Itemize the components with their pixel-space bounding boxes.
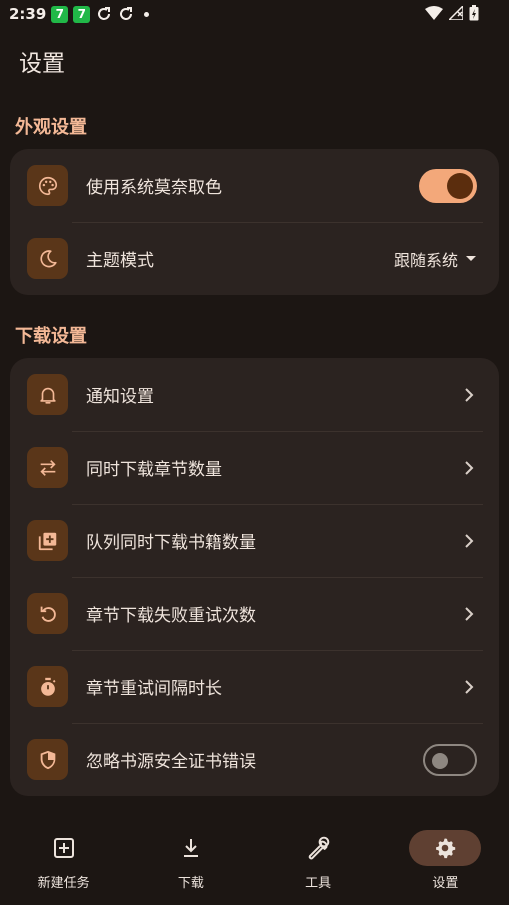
chevron-right-icon — [457, 675, 481, 699]
status-time: 2:39 — [9, 5, 47, 23]
setting-retry-count[interactable]: 章节下载失败重试次数 — [10, 577, 499, 650]
wifi-icon — [425, 6, 443, 24]
setting-queue-books[interactable]: 队列同时下载书籍数量 — [10, 504, 499, 577]
dropdown-value: 跟随系统 — [393, 250, 458, 270]
moon-icon — [27, 238, 68, 279]
section-title-download: 下载设置 — [15, 326, 87, 347]
setting-label: 同时下载章节数量 — [86, 460, 222, 480]
monet-toggle-switch[interactable] — [419, 168, 477, 203]
wrench-icon — [282, 830, 354, 866]
setting-label: 使用系统莫奈取色 — [86, 178, 222, 198]
section-title-appearance: 外观设置 — [15, 117, 87, 138]
setting-label: 通知设置 — [86, 387, 154, 407]
nav-label: 下载 — [177, 876, 204, 891]
setting-ignore-ssl[interactable]: 忽略书源安全证书错误 — [10, 723, 499, 796]
chevron-right-icon — [457, 602, 481, 626]
nav-label: 设置 — [432, 876, 459, 891]
chevron-right-icon — [457, 383, 481, 407]
theme-mode-dropdown[interactable]: 跟随系统 — [394, 247, 476, 271]
setting-label: 章节下载失败重试次数 — [86, 606, 256, 626]
palette-icon — [27, 165, 68, 206]
nav-settings[interactable]: 设置 — [382, 818, 509, 905]
add-box-icon — [28, 830, 100, 866]
sync-icon — [118, 6, 134, 22]
signal-icon — [447, 4, 464, 24]
ignore-ssl-toggle-switch[interactable] — [423, 743, 477, 776]
dropdown-arrow-icon — [466, 256, 476, 261]
setting-label: 主题模式 — [86, 251, 154, 271]
app-badge-icon: 7 — [51, 5, 69, 23]
setting-label: 忽略书源安全证书错误 — [86, 752, 256, 772]
setting-monet-color[interactable]: 使用系统莫奈取色 — [10, 149, 499, 222]
setting-label: 章节重试间隔时长 — [86, 679, 222, 699]
setting-concurrent-chapters[interactable]: 同时下载章节数量 — [10, 431, 499, 504]
nav-tools[interactable]: 工具 — [255, 818, 382, 905]
app-badge-icon: 7 — [73, 5, 91, 23]
bottom-navigation: 新建任务 下载 工具 设置 — [0, 818, 509, 905]
gear-icon — [409, 830, 482, 866]
download-icon — [155, 830, 227, 866]
battery-icon — [469, 5, 479, 25]
shield-icon — [27, 739, 68, 780]
setting-label: 队列同时下载书籍数量 — [86, 533, 256, 553]
nav-label: 工具 — [305, 876, 332, 891]
setting-theme-mode[interactable]: 主题模式 跟随系统 — [10, 222, 499, 295]
setting-notifications[interactable]: 通知设置 — [10, 358, 499, 431]
setting-retry-interval[interactable]: 章节重试间隔时长 — [10, 650, 499, 723]
nav-download[interactable]: 下载 — [127, 818, 254, 905]
notification-dot-icon — [144, 11, 150, 17]
nav-label: 新建任务 — [37, 876, 90, 891]
download-card: 通知设置 同时下载章节数量 队列同时下载书籍数量 章节下载失败重试次数 章节重试… — [10, 358, 499, 796]
library-add-icon — [27, 520, 68, 561]
swap-icon — [27, 447, 68, 488]
chevron-right-icon — [457, 529, 481, 553]
sync-icon — [96, 6, 112, 22]
nav-new-task[interactable]: 新建任务 — [0, 818, 127, 905]
status-bar: 2:39 7 7 — [0, 0, 509, 28]
appearance-card: 使用系统莫奈取色 主题模式 跟随系统 — [10, 149, 499, 295]
timer-icon — [27, 666, 68, 707]
retry-icon — [27, 593, 68, 634]
chevron-right-icon — [457, 456, 481, 480]
page-title: 设置 — [19, 51, 65, 77]
bell-icon — [27, 374, 68, 415]
